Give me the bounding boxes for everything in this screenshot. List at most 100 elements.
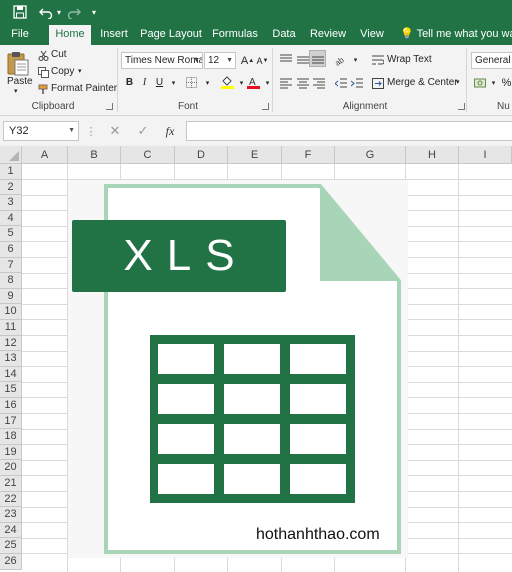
alignment-launcher-icon[interactable] (458, 103, 465, 110)
select-all-button[interactable] (0, 146, 22, 164)
format-painter-button[interactable]: Format Painter (51, 83, 117, 94)
row-header-22[interactable]: 22 (0, 491, 22, 508)
tab-insert[interactable]: Insert (96, 24, 132, 45)
tell-me-box[interactable]: 💡 Tell me what you want to (400, 24, 512, 45)
copy-icon (37, 66, 49, 78)
align-right-icon[interactable] (311, 76, 326, 91)
quick-access-toolbar: ▾ ▾ (0, 0, 512, 24)
column-header-a[interactable]: A (22, 146, 68, 164)
decrease-indent-icon[interactable] (333, 76, 348, 91)
number-format-dropdown[interactable]: General (471, 52, 512, 69)
row-header-3[interactable]: 3 (0, 195, 22, 211)
row-header-1[interactable]: 1 (0, 164, 22, 180)
column-header-i[interactable]: I (459, 146, 512, 164)
increase-indent-icon[interactable] (349, 76, 364, 91)
row-header-11[interactable]: 11 (0, 320, 22, 336)
percent-button[interactable]: % (499, 75, 512, 90)
tab-file[interactable]: File (6, 24, 34, 45)
fill-color-icon[interactable] (220, 74, 235, 89)
align-middle-icon[interactable] (295, 52, 310, 67)
cut-button[interactable]: Cut (51, 49, 67, 60)
row-header-14[interactable]: 14 (0, 366, 22, 383)
tab-data[interactable]: Data (268, 24, 300, 45)
row-header-16[interactable]: 16 (0, 398, 22, 414)
row-header-9[interactable]: 9 (0, 288, 22, 305)
name-box-value: Y32 (9, 125, 29, 137)
cancel-icon[interactable]: ✕ (107, 123, 123, 139)
column-header-e[interactable]: E (228, 146, 282, 164)
copy-button[interactable]: Copy (51, 66, 74, 77)
orientation-dropdown-icon[interactable]: ▾ (348, 52, 363, 67)
row-header-8[interactable]: 8 (0, 273, 22, 289)
enter-icon[interactable]: ✓ (135, 123, 151, 139)
align-left-icon[interactable] (278, 76, 293, 91)
row-header-4[interactable]: 4 (0, 210, 22, 227)
row-header-6[interactable]: 6 (0, 242, 22, 258)
row-header-12[interactable]: 12 (0, 335, 22, 352)
underline-button[interactable]: U (152, 75, 167, 90)
group-divider (272, 48, 273, 112)
align-bottom-icon[interactable] (309, 50, 326, 67)
row-header-7[interactable]: 7 (0, 257, 22, 274)
row-header-18[interactable]: 18 (0, 429, 22, 445)
tab-home[interactable]: Home (49, 25, 91, 45)
redo-icon[interactable] (64, 3, 84, 21)
row-header-19[interactable]: 19 (0, 444, 22, 461)
row-header-2[interactable]: 2 (0, 179, 22, 196)
paste-icon[interactable] (5, 50, 31, 76)
align-top-icon[interactable] (278, 52, 293, 67)
name-box[interactable]: Y32 ▼ (3, 121, 79, 141)
merge-center-button[interactable]: Merge & Center (387, 77, 458, 88)
accounting-icon[interactable] (472, 75, 487, 90)
font-name-dropdown[interactable]: Times New Roma ▼ (121, 52, 203, 69)
column-header-h[interactable]: H (406, 146, 459, 164)
xls-file-image[interactable]: XLS (68, 180, 408, 558)
row-header-20[interactable]: 20 (0, 460, 22, 476)
borders-dropdown-icon[interactable]: ▾ (200, 75, 215, 90)
font-launcher-icon[interactable] (262, 103, 269, 110)
row-header-21[interactable]: 21 (0, 476, 22, 492)
paste-button[interactable]: Paste (7, 76, 33, 87)
orientation-icon[interactable]: ab (333, 52, 348, 67)
row-header-25[interactable]: 25 (0, 538, 22, 554)
customize-qat-icon[interactable]: ▾ (88, 3, 100, 21)
underline-dropdown-icon[interactable]: ▾ (166, 75, 181, 90)
increase-font-icon[interactable]: A ▲ (240, 53, 255, 68)
tab-page-layout[interactable]: Page Layout (140, 24, 202, 45)
row-header-17[interactable]: 17 (0, 413, 22, 430)
borders-icon[interactable] (184, 75, 199, 90)
tab-formulas[interactable]: Formulas (210, 24, 260, 45)
undo-dropdown-icon[interactable]: ▾ (54, 3, 64, 21)
copy-dropdown-icon[interactable]: ▾ (78, 67, 82, 75)
row-header-15[interactable]: 15 (0, 382, 22, 398)
font-color-icon[interactable]: A (246, 74, 261, 89)
column-header-c[interactable]: C (121, 146, 175, 164)
bold-button[interactable]: B (122, 75, 137, 90)
merge-dropdown-icon[interactable]: ▾ (456, 78, 460, 86)
watermark-text: hothanhthao.com (256, 526, 380, 543)
decrease-font-icon[interactable]: A ▼ (255, 53, 270, 68)
column-header-f[interactable]: F (282, 146, 335, 164)
column-header-d[interactable]: D (175, 146, 228, 164)
row-header-24[interactable]: 24 (0, 522, 22, 539)
row-header-5[interactable]: 5 (0, 226, 22, 242)
italic-button[interactable]: I (137, 75, 152, 90)
row-header-10[interactable]: 10 (0, 304, 22, 320)
align-center-icon[interactable] (295, 76, 310, 91)
row-header-13[interactable]: 13 (0, 351, 22, 367)
save-icon[interactable] (10, 3, 30, 21)
clipboard-launcher-icon[interactable] (106, 103, 113, 110)
formula-input[interactable] (186, 121, 512, 141)
wrap-text-button[interactable]: Wrap Text (387, 54, 432, 65)
column-header-g[interactable]: G (335, 146, 406, 164)
font-size-dropdown[interactable]: 12 ▼ (204, 52, 236, 69)
tab-view[interactable]: View (356, 24, 388, 45)
chevron-down-icon: ▼ (68, 127, 75, 134)
undo-icon[interactable] (36, 3, 56, 21)
row-header-26[interactable]: 26 (0, 554, 22, 570)
row-header-23[interactable]: 23 (0, 507, 22, 523)
column-header-b[interactable]: B (68, 146, 121, 164)
insert-function-icon[interactable]: fx (162, 123, 178, 139)
tab-review[interactable]: Review (308, 24, 348, 45)
paste-dropdown-icon[interactable]: ▾ (14, 87, 18, 95)
